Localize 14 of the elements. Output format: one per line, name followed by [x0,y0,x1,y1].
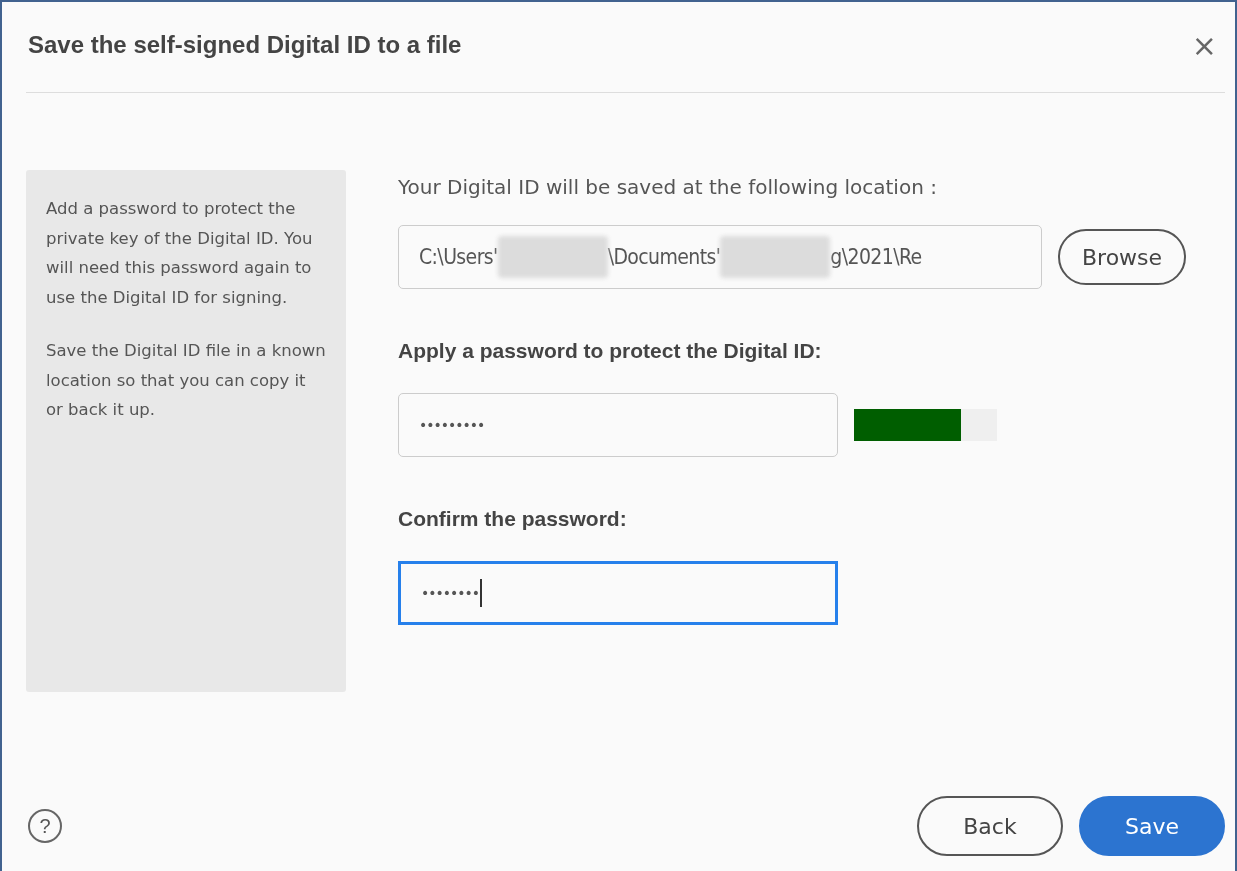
location-label: Your Digital ID will be saved at the following location : [398,175,938,201]
footer-button[interactable]: Save [1079,796,1225,856]
help-button[interactable]: ? [28,809,62,843]
dialog-title: Save the self-signed Digital ID to a file [28,31,462,59]
browse-button[interactable]: Browse [1058,229,1187,285]
confirm-password-field[interactable]: •••••••• [398,561,838,625]
field-label: Confirm the password: [398,507,628,532]
close-button[interactable]: × [1187,27,1221,63]
info-text: Save the Digital ID file in a known location so that you can copy it or back it up. [46,340,326,421]
info-text: Add a password to protect the private key of the Digital ID. You will need this password again to use the Digital ID for signing. [46,198,314,309]
password-field[interactable]: ••••••••• [398,393,838,457]
footer-button[interactable]: Back [917,796,1063,856]
path-field[interactable]: C:\Users' \Documents' g\2021\Re [398,225,1042,289]
field-label: Apply a password to protect the Digital ID: [398,339,823,364]
